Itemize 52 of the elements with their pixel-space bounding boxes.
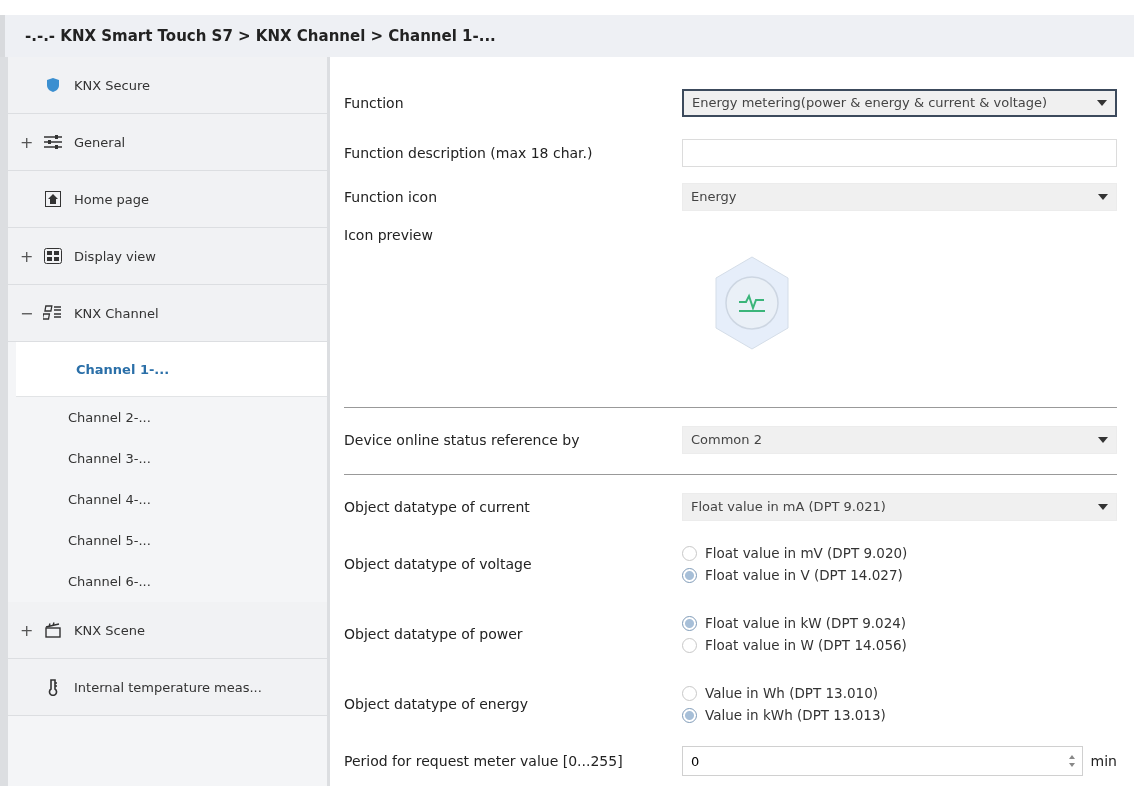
shield-icon [46,77,60,93]
dropdown-caret-icon [1098,437,1108,443]
radio-label: Float value in W (DPT 14.056) [705,637,907,653]
sliders-icon [43,134,63,150]
radio-button[interactable] [682,637,697,653]
home-icon [45,191,61,207]
radio-label: Float value in kW (DPT 9.024) [705,615,907,631]
radio-label: Float value in V (DPT 14.027) [705,567,903,583]
thermometer-icon [47,678,59,696]
parameter-label: Function icon [344,189,439,205]
sidebar-subitem[interactable]: Channel 1-... [16,342,327,397]
radio-button[interactable] [682,707,697,723]
channel-icon [43,305,63,321]
parameter-label: Function [344,95,405,111]
dropdown-field[interactable]: Energy [682,183,1117,211]
tree-toggle[interactable]: − [20,303,42,323]
sidebar-subitem[interactable]: Channel 3-... [8,438,327,479]
parameter-label: Icon preview [344,227,434,243]
radio-button[interactable] [682,685,697,701]
parameter-label: Object datatype of energy [344,696,530,712]
radio-button[interactable] [682,545,697,561]
tree-toggle[interactable]: + [20,246,42,266]
sidebar-subitem[interactable]: Channel 4-... [8,479,327,520]
parameter-label: Object datatype of voltage [344,556,533,572]
dropdown-caret-icon [1098,194,1108,200]
dropdown-caret-icon [1098,504,1108,510]
breadcrumb-title: -.-.- KNX Smart Touch S7 > KNX Channel > Channel 1-... [0,15,1134,57]
number-input-field[interactable]: 0 [682,746,1083,776]
radio-button[interactable] [682,615,697,631]
radio-label: Value in Wh (DPT 13.010) [705,685,878,701]
radio-label: Value in kWh (DPT 13.013) [705,707,886,723]
sidebar-subitem[interactable]: Channel 5-... [8,520,327,561]
parameter-label: Object datatype of power [344,626,524,642]
parameter-label: Period for request meter value [0...255] [344,753,624,769]
dropdown-field[interactable]: Energy metering(power & energy & current & voltage) [682,89,1117,117]
tree-toggle[interactable]: + [20,620,42,640]
radio-label: Float value in mV (DPT 9.020) [705,545,908,561]
dropdown-field[interactable]: Float value in mA (DPT 9.021) [682,493,1117,521]
parameter-label: Device online status reference by [344,432,581,448]
input-field[interactable] [682,139,1117,167]
grid-view-icon [44,248,62,264]
dropdown-caret-icon [1097,100,1107,106]
tree-toggle[interactable]: + [20,132,42,152]
radio-button[interactable] [682,567,697,583]
unit-label: min [1090,753,1117,769]
sidebar-subitem[interactable]: Channel 2-... [8,397,327,438]
spinner-arrows-icon[interactable] [1067,753,1076,769]
sidebar-subitem[interactable]: Channel 6-... [8,561,327,602]
parameter-label: Function description (max 18 char.) [344,145,594,161]
parameter-label: Object datatype of current [344,499,531,515]
clapperboard-icon [45,622,61,638]
dropdown-field[interactable]: Common 2 [682,426,1117,454]
